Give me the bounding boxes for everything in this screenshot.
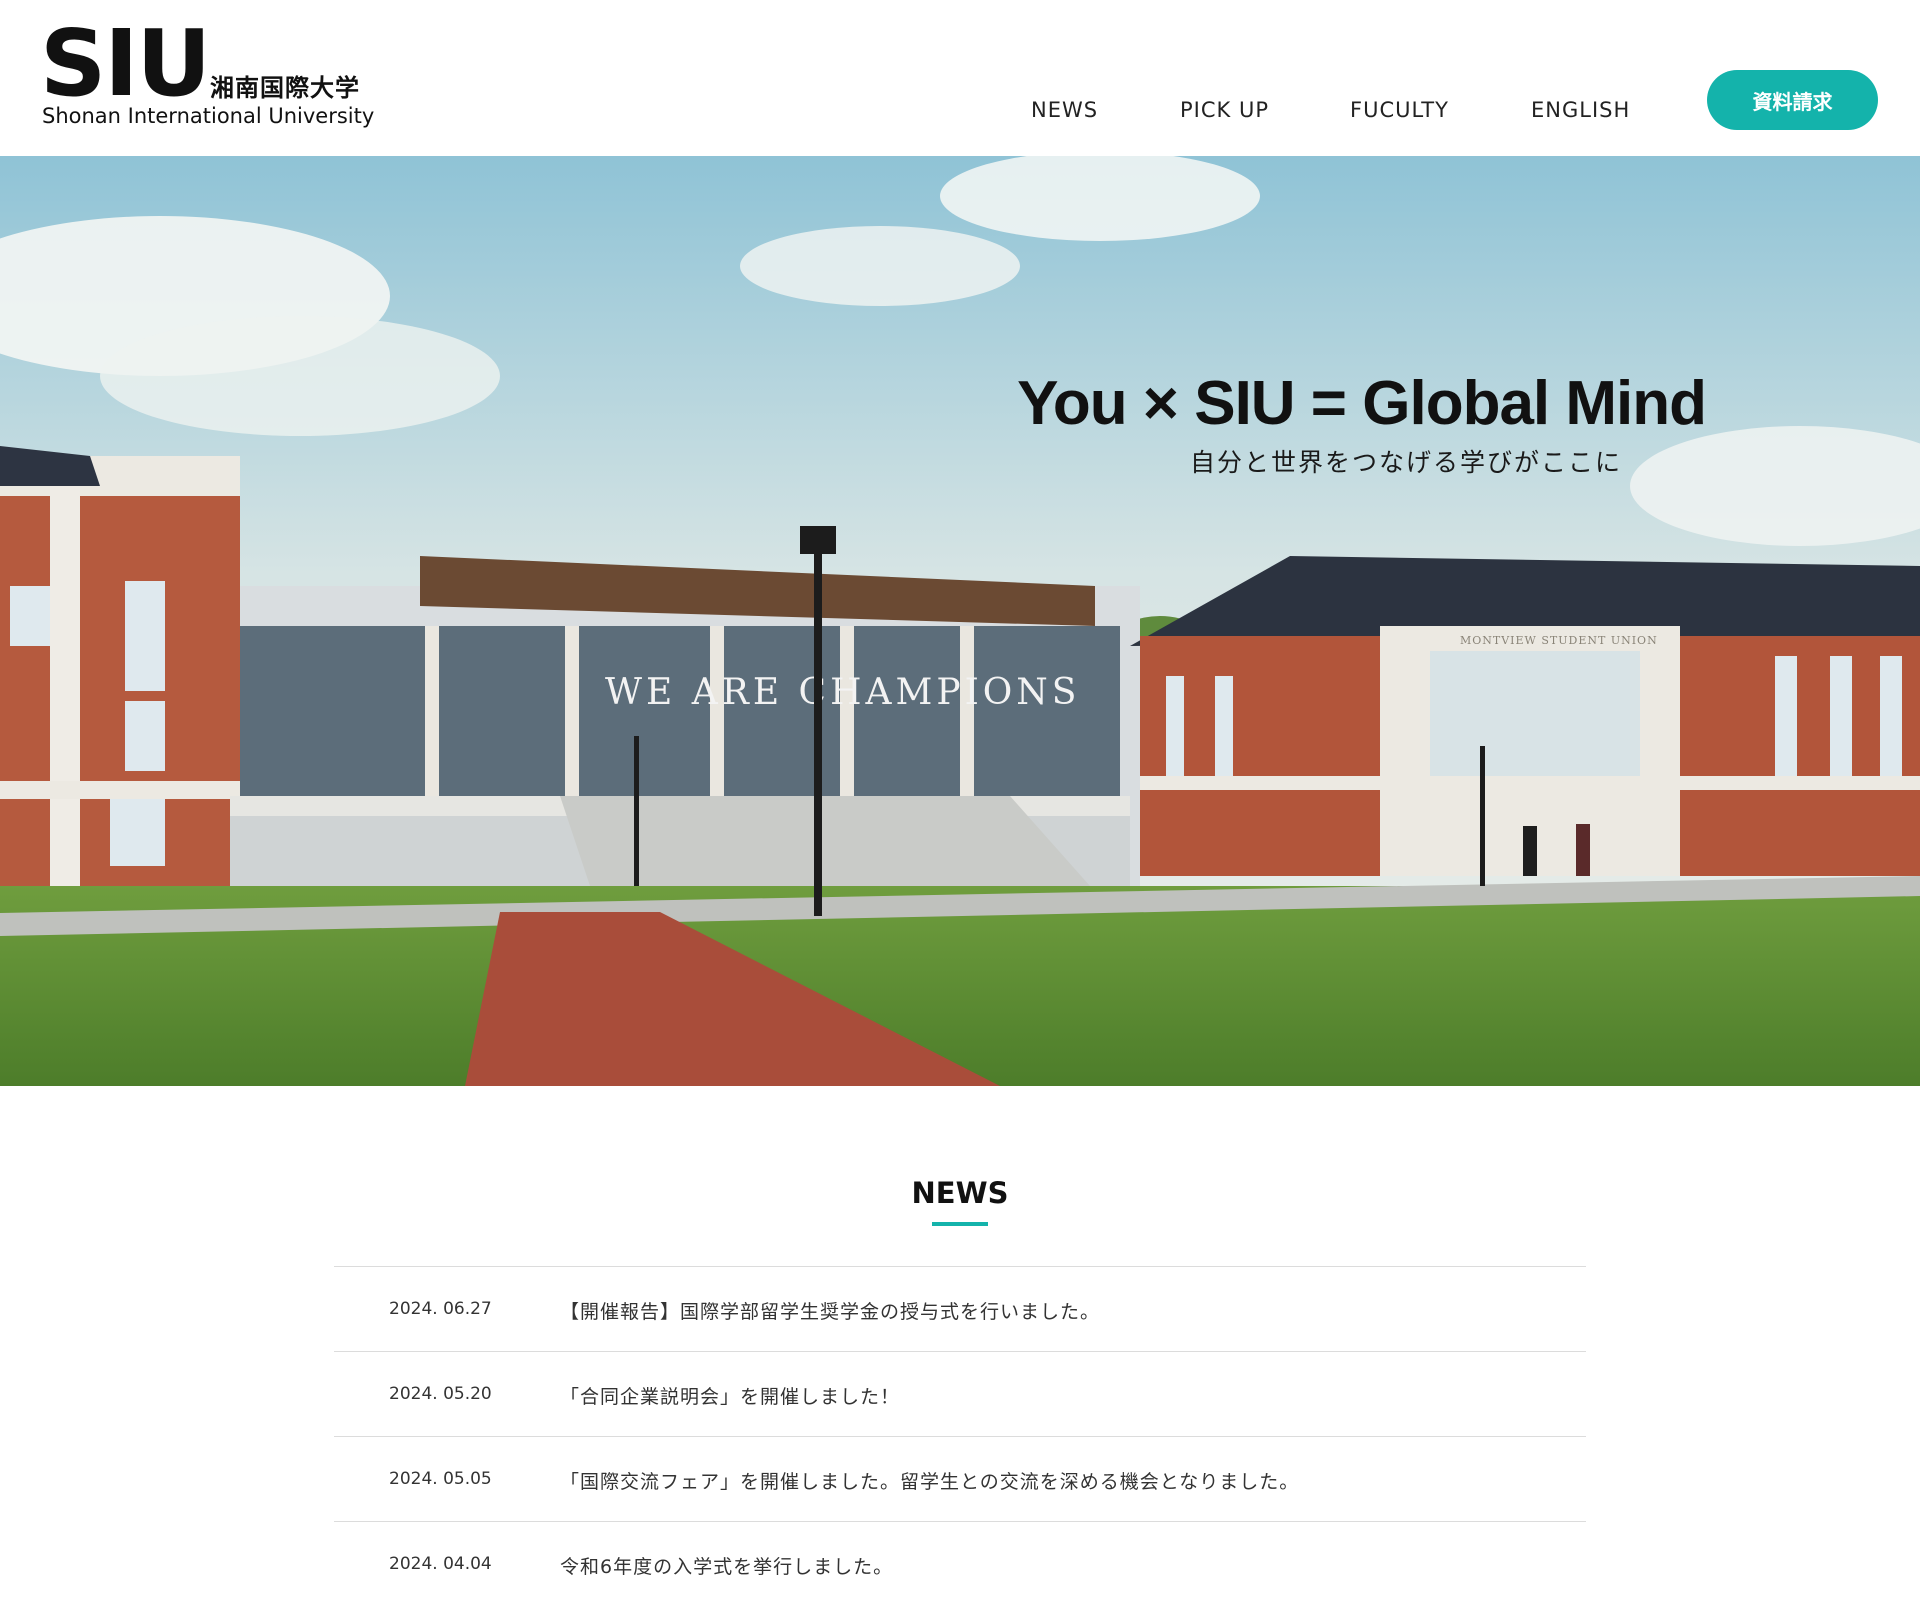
building-sign: MONTVIEW STUDENT UNION xyxy=(1460,634,1658,647)
news-date: 2024. 04.04 xyxy=(389,1554,492,1574)
news-list: 2024. 06.27 【開催報告】国際学部留学生奨学金の授与式を行いました。 … xyxy=(334,1266,1586,1606)
request-materials-button[interactable]: 資料請求 xyxy=(1707,70,1878,130)
campus-photo: WE ARE CHAMPIONS MONTVIEW STUDENT UNION xyxy=(0,156,1920,1086)
news-item[interactable]: 2024. 06.27 【開催報告】国際学部留学生奨学金の授与式を行いました。 xyxy=(334,1266,1586,1351)
news-headline[interactable]: 令和6年度の入学式を挙行しました。 xyxy=(560,1552,893,1579)
logo-mark: SIU xyxy=(40,10,211,117)
news-date: 2024. 05.05 xyxy=(389,1469,492,1489)
logo-japanese-name: 湘南国際大学 xyxy=(210,74,360,102)
news-item[interactable]: 2024. 05.05 「国際交流フェア」を開催しました。留学生との交流を深める… xyxy=(334,1436,1586,1521)
site-header: SIU 湘南国際大学 Shonan International Universi… xyxy=(0,0,1920,156)
news-headline[interactable]: 【開催報告】国際学部留学生奨学金の授与式を行いました。 xyxy=(560,1297,1100,1324)
news-headline[interactable]: 「国際交流フェア」を開催しました。留学生との交流を深める機会となりました。 xyxy=(560,1467,1299,1494)
news-title-underline xyxy=(932,1222,988,1226)
nav-english[interactable]: ENGLISH xyxy=(1531,98,1630,122)
news-section-title: NEWS xyxy=(911,1176,1009,1210)
hero-headline: You × SIU = Global Mind xyxy=(1017,369,1707,438)
site-logo[interactable]: SIU 湘南国際大学 Shonan International Universi… xyxy=(40,18,380,138)
news-item[interactable]: 2024. 04.04 令和6年度の入学式を挙行しました。 xyxy=(334,1521,1586,1606)
logo-english-name: Shonan International University xyxy=(42,104,375,128)
news-item[interactable]: 2024. 05.20 「合同企業説明会」を開催しました！ xyxy=(334,1351,1586,1436)
glass-lettering: WE ARE CHAMPIONS xyxy=(605,672,1080,713)
news-headline[interactable]: 「合同企業説明会」を開催しました！ xyxy=(560,1382,900,1409)
nav-news[interactable]: NEWS xyxy=(1031,98,1098,122)
news-date: 2024. 05.20 xyxy=(389,1384,492,1404)
nav-faculty[interactable]: FUCULTY xyxy=(1350,98,1449,122)
hero-banner: WE ARE CHAMPIONS MONTVIEW STUDENT UNION … xyxy=(0,156,1920,1086)
hero-subline: 自分と世界をつなげる学びがここに xyxy=(1190,448,1623,477)
news-date: 2024. 06.27 xyxy=(389,1299,492,1319)
nav-pick-up[interactable]: PICK UP xyxy=(1180,98,1269,122)
